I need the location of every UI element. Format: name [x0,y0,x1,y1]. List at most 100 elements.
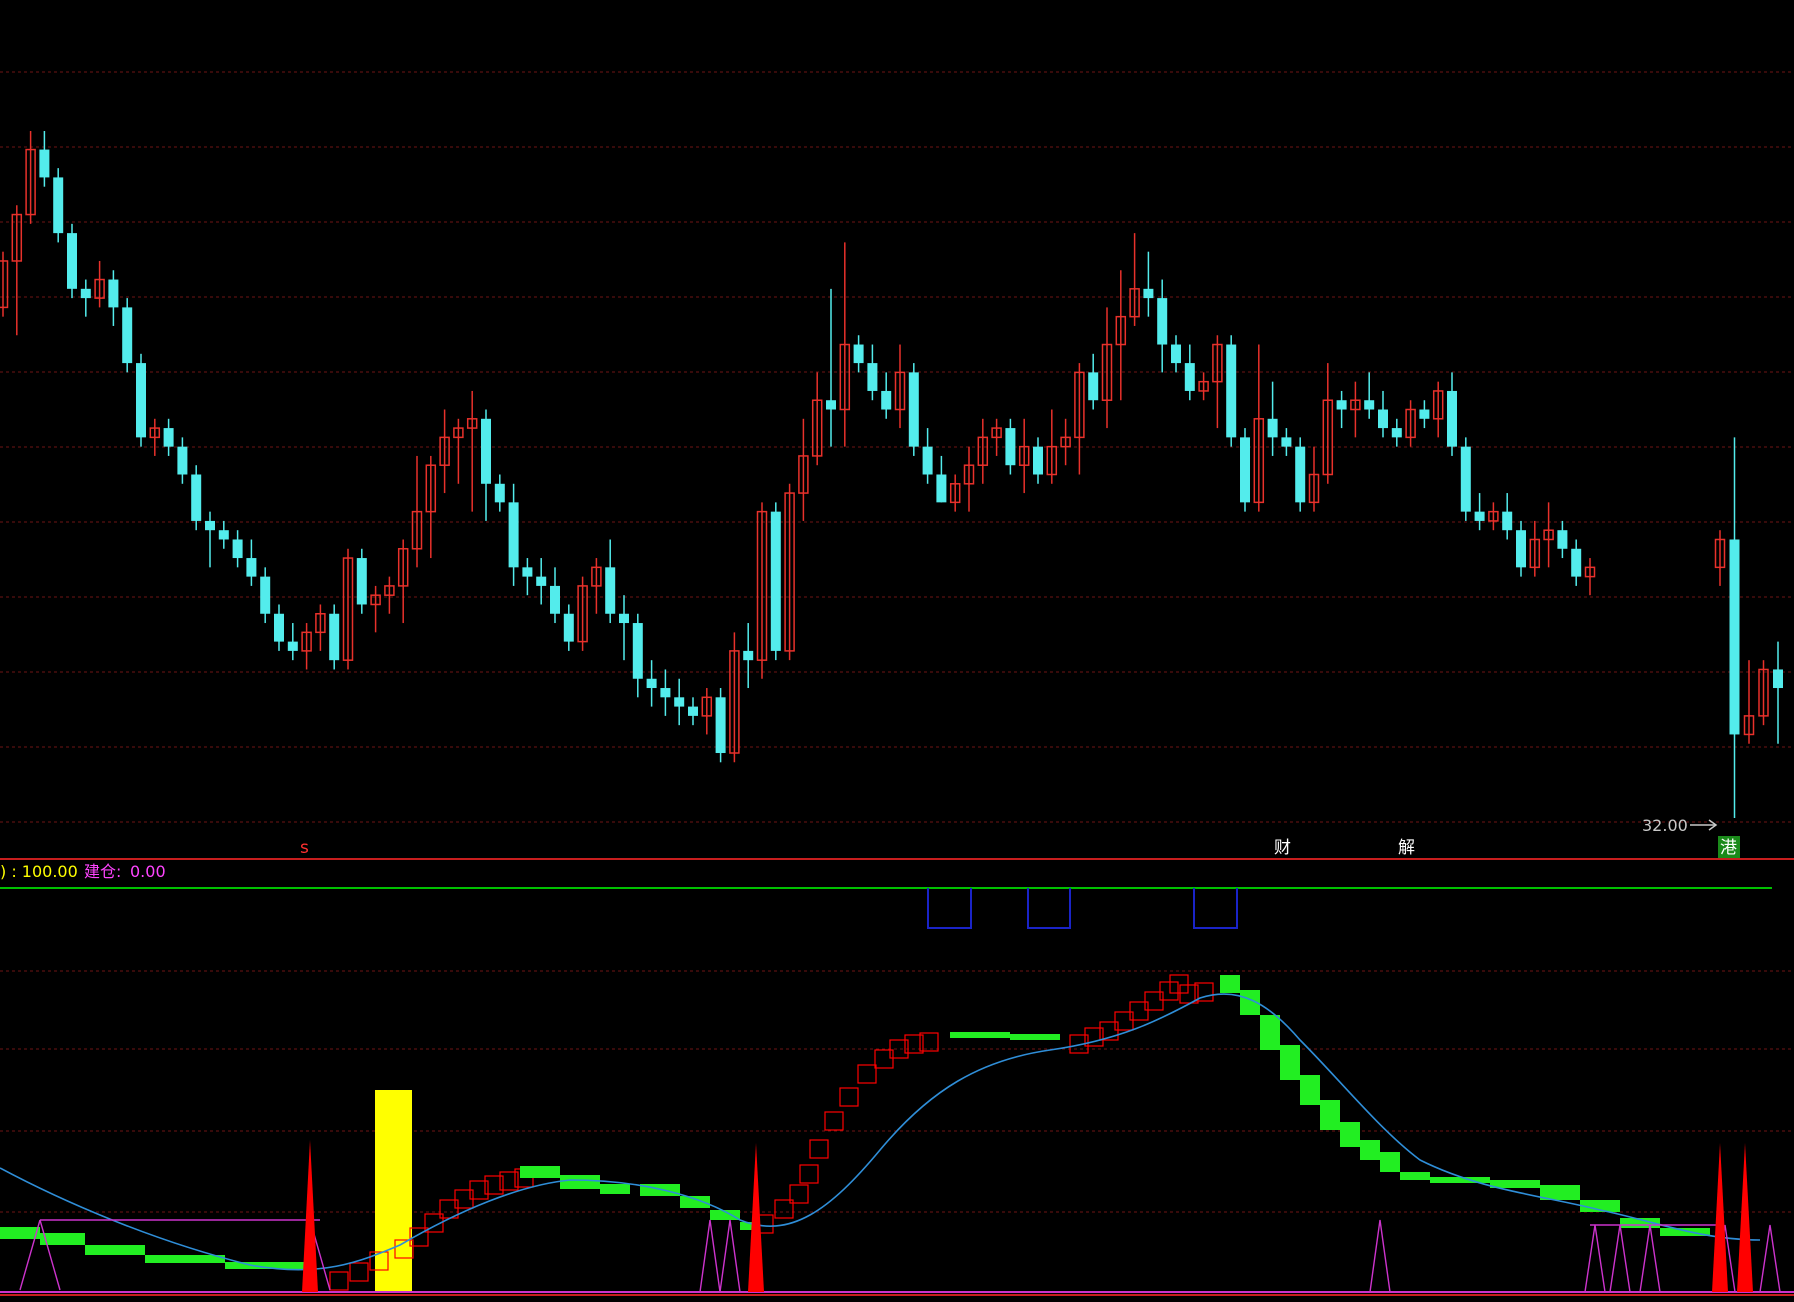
red-step-box [809,1139,829,1159]
magenta-triangle [1609,1224,1631,1293]
red-step-box [1169,974,1189,994]
candle-body-down [260,576,271,614]
candle-body-down [1729,539,1740,735]
candle-body-down [287,641,298,651]
candle-body-down [1378,409,1388,429]
candle-body-down [1557,530,1568,549]
header-value: ) : 100.00 [0,862,78,881]
red-spike [302,1140,318,1292]
candle-body-down [136,363,146,438]
candle-body-down [39,149,50,178]
marker-s: s [300,838,309,858]
candle-body-down [191,474,202,521]
candle-body-down [53,177,64,234]
candle-body-down [550,585,560,614]
candle-body-down [108,279,119,308]
candle-body-down [881,390,892,410]
stock-chart: ) : 100.00 建仓: 0.00 s 财 解 港 32.00 [0,71,1794,1296]
red-spike [748,1143,764,1292]
candle-body-down [218,530,229,540]
candle-body-down [1281,437,1292,447]
green-band [1360,1140,1380,1160]
candle-body-down [177,446,188,475]
blue-moving-line [0,993,1761,1271]
candle-body-down [1571,548,1582,577]
marker-cai: 财 [1274,838,1291,858]
candle-body-down [67,233,77,289]
candle-body-down [232,539,243,559]
red-spike [1712,1143,1728,1292]
red-step-box [349,1262,369,1282]
magenta-triangle [1759,1224,1781,1293]
yellow-bar [375,1090,412,1293]
candle-body-down [632,623,643,679]
candle-body-down [1157,298,1168,345]
green-band [1430,1177,1490,1183]
candle-body-down [1005,428,1016,466]
candle-body-down [1171,344,1181,364]
magenta-triangle [1584,1224,1606,1293]
green-band [1010,1034,1060,1040]
candle-body-down [1419,409,1430,419]
candle-body-down [1516,530,1526,568]
magenta-lines [19,1219,1720,1291]
candle-body-down [605,567,616,614]
red-step-box [329,1271,349,1291]
green-band [1400,1172,1430,1180]
price-note: 32.00 [1642,816,1688,835]
green-band [1280,1045,1300,1080]
candle-body-down [619,613,629,624]
header-label-value: 0.00 [130,862,166,881]
green-band [1260,1015,1280,1050]
candle-body-down [660,688,671,698]
candle-body-down [1295,446,1306,503]
candle-body-down [1184,363,1195,391]
green-band [950,1032,1010,1038]
candle-body-down [508,502,519,568]
green-band [1220,975,1240,993]
candle-body-down [1364,400,1375,410]
candle-body-down [826,400,836,410]
green-band [1320,1100,1340,1130]
candle-body-down [1447,390,1457,447]
candle-body-down [674,697,685,707]
green-band [600,1184,630,1194]
candle-body-down [1474,511,1485,521]
green-band [1340,1122,1360,1147]
candle-body-down [1502,511,1513,531]
green-band [520,1166,560,1178]
candle-body-down [908,372,919,447]
candle-body-down [646,678,657,689]
green-band [1300,1075,1320,1105]
candle-body-down [163,428,174,447]
candle-body-down [356,558,367,605]
header-label: 建仓: [84,862,121,881]
candle-body-down [715,697,726,754]
blue-box-signal [927,888,1238,929]
red-step-box [857,1064,877,1084]
red-spike [1737,1143,1753,1292]
candle-body-down [1336,400,1347,410]
candle-body-down [536,576,547,586]
candle-body-down [1088,372,1099,401]
candle-body-down [688,706,698,716]
green-band [1380,1152,1400,1172]
marker-jie: 解 [1398,838,1415,858]
candle-body-down [743,650,754,661]
candle-body-down [274,613,284,642]
magenta-triangle [699,1219,721,1293]
indicator-grid [0,970,1794,1213]
magenta-triangle [1639,1224,1661,1293]
candlestick-series [0,131,1783,818]
candle-body-down [522,567,533,577]
marker-gang: 港 [1720,838,1737,858]
green-band [145,1255,225,1263]
candle-body-down [1773,669,1783,689]
candle-body-down [205,520,215,531]
candle-body-down [936,474,947,503]
red-step-box [839,1087,859,1107]
candle-body-down [1460,446,1471,512]
candle-body-down [494,483,505,503]
candle-body-down [246,558,257,577]
price-grid [0,71,1794,823]
